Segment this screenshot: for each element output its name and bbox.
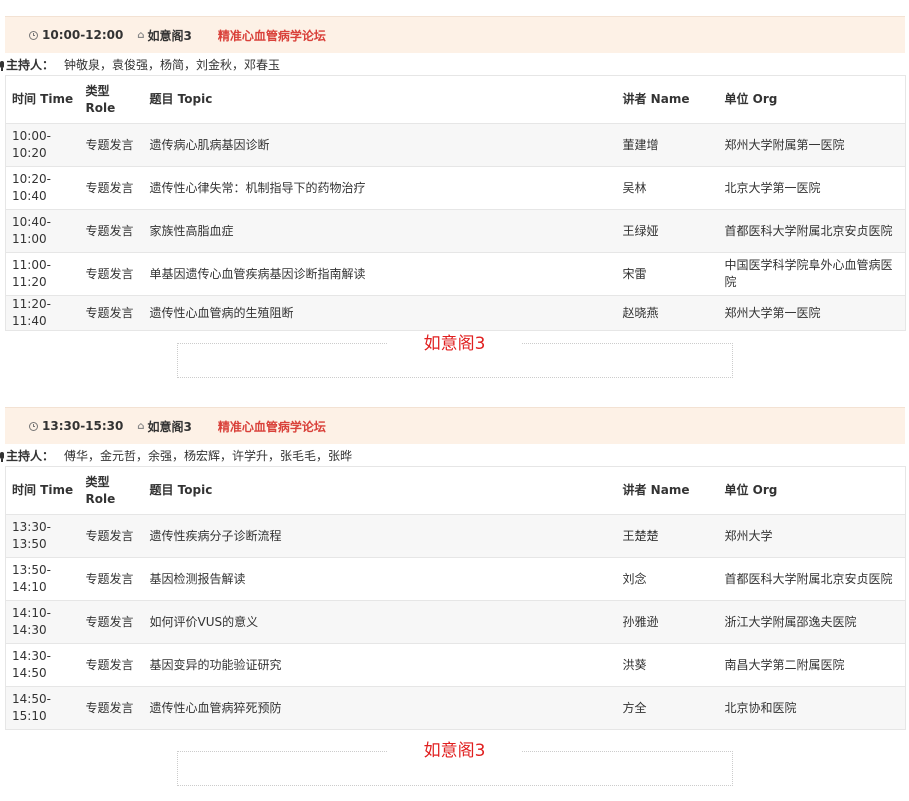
header-time: 时间 Time: [5, 75, 80, 124]
row-role: 专题发言: [85, 180, 134, 195]
header-speaker: 讲者 Name: [616, 466, 719, 515]
row-speaker: 孙雅逊: [622, 614, 659, 629]
row-time: 10:00-10:20: [12, 129, 51, 160]
session-time: 13:30-15:30: [29, 419, 123, 433]
session-header: 10:00-12:00 ⌂ 如意阁3 精准心血管病学论坛: [5, 16, 905, 53]
header-topic: 题目 Topic: [143, 466, 617, 515]
row-org: 首都医科大学附属北京安贞医院: [724, 571, 893, 586]
row-org: 郑州大学附属第一医院: [724, 137, 845, 152]
row-role: 专题发言: [85, 571, 134, 586]
row-role: 专题发言: [85, 528, 134, 543]
row-time: 11:00-11:20: [12, 258, 51, 289]
row-role: 专题发言: [85, 305, 134, 320]
row-org: 首都医科大学附属北京安贞医院: [724, 223, 893, 238]
venue-title: 如意阁3: [388, 740, 521, 762]
table-row: 10:20-10:40 专题发言 遗传性心律失常：机制指导下的药物治疗 吴林 北…: [5, 166, 906, 210]
row-role: 专题发言: [85, 137, 134, 152]
row-time: 14:10-14:30: [12, 606, 51, 637]
row-speaker: 王绿娅: [622, 223, 659, 238]
row-topic: 遗传性心律失常：机制指导下的药物治疗: [149, 180, 366, 195]
row-role: 专题发言: [85, 614, 134, 629]
venue-title: 如意阁3: [388, 333, 521, 355]
session-block: 13:30-15:30 ⌂ 如意阁3 精准心血管病学论坛 主持人： 傅华，金元哲…: [0, 407, 906, 730]
row-role: 专题发言: [85, 223, 134, 238]
table-row: 10:40-11:00 专题发言 家族性高脂血症 王绿娅 首都医科大学附属北京安…: [5, 209, 906, 253]
table-row: 14:50-15:10 专题发言 遗传性心血管病猝死预防 方全 北京协和医院: [5, 686, 906, 730]
row-speaker: 方全: [622, 700, 647, 715]
header-org: 单位 Org: [718, 466, 906, 515]
table-row: 11:00-11:20 专题发言 单基因遗传心血管疾病基因诊断指南解读 宋雷 中…: [5, 252, 906, 296]
header-speaker: 讲者 Name: [616, 75, 719, 124]
row-org: 郑州大学第一医院: [724, 305, 821, 320]
row-topic: 遗传病心肌病基因诊断: [149, 137, 270, 152]
clock-icon: [29, 421, 38, 431]
header-time: 时间 Time: [5, 466, 80, 515]
microphone-icon: [0, 60, 4, 71]
host-names: 傅华，金元哲，余强，杨宏辉，许学升，张毛毛，张晔: [64, 448, 353, 463]
row-topic: 遗传性心血管病的生殖阻断: [149, 305, 294, 320]
row-topic: 家族性高脂血症: [149, 223, 234, 238]
row-speaker: 宋雷: [622, 266, 647, 281]
row-speaker: 吴林: [622, 180, 647, 195]
row-org: 北京大学第一医院: [724, 180, 821, 195]
row-speaker: 董建增: [622, 137, 659, 152]
forum-name[interactable]: 精准心血管病学论坛: [218, 27, 326, 44]
row-speaker: 赵晓燕: [622, 305, 659, 320]
home-icon: ⌂: [137, 420, 145, 432]
table-header-row: 时间 Time 类型 Role 题目 Topic 讲者 Name 单位 Org: [5, 75, 906, 124]
header-topic: 题目 Topic: [143, 75, 617, 124]
row-role: 专题发言: [85, 700, 134, 715]
table-row: 11:20-11:40 专题发言 遗传性心血管病的生殖阻断 赵晓燕 郑州大学第一…: [5, 295, 906, 331]
row-org: 浙江大学附属邵逸夫医院: [724, 614, 857, 629]
hosts-line: 主持人： 钟敬泉，袁俊强，杨简，刘金秋，邓春玉: [0, 53, 905, 75]
schedule-table: 时间 Time 类型 Role 题目 Topic 讲者 Name 单位 Org …: [5, 75, 906, 331]
row-time: 14:30-14:50: [12, 649, 51, 680]
session-room: ⌂ 如意阁3: [137, 28, 192, 43]
host-names: 钟敬泉，袁俊强，杨简，刘金秋，邓春玉: [64, 57, 281, 72]
forum-name[interactable]: 精准心血管病学论坛: [218, 418, 326, 435]
clock-icon: [29, 30, 38, 40]
session-time: 10:00-12:00: [29, 28, 123, 42]
row-org: 南昌大学第二附属医院: [724, 657, 845, 672]
schedule-table: 时间 Time 类型 Role 题目 Topic 讲者 Name 单位 Org …: [5, 466, 906, 730]
session-room: ⌂ 如意阁3: [137, 419, 192, 434]
home-icon: ⌂: [137, 29, 145, 41]
row-time: 13:50-14:10: [12, 563, 51, 594]
row-topic: 如何评价VUS的意义: [149, 614, 259, 629]
row-time: 10:40-11:00: [12, 215, 51, 246]
row-topic: 单基因遗传心血管疾病基因诊断指南解读: [149, 266, 366, 281]
table-header-row: 时间 Time 类型 Role 题目 Topic 讲者 Name 单位 Org: [5, 466, 906, 515]
row-time: 14:50-15:10: [12, 692, 51, 723]
row-time: 13:30-13:50: [12, 520, 51, 551]
table-row: 14:30-14:50 专题发言 基因变异的功能验证研究 洪葵 南昌大学第二附属…: [5, 643, 906, 687]
table-row: 13:50-14:10 专题发言 基因检测报告解读 刘念 首都医科大学附属北京安…: [5, 557, 906, 601]
header-org: 单位 Org: [718, 75, 906, 124]
session-header: 13:30-15:30 ⌂ 如意阁3 精准心血管病学论坛: [5, 407, 905, 444]
table-row: 13:30-13:50 专题发言 遗传性疾病分子诊断流程 王楚楚 郑州大学: [5, 514, 906, 558]
session-block: 10:00-12:00 ⌂ 如意阁3 精准心血管病学论坛 主持人： 钟敬泉，袁俊…: [0, 16, 906, 331]
hosts-line: 主持人： 傅华，金元哲，余强，杨宏辉，许学升，张毛毛，张晔: [0, 444, 905, 466]
row-topic: 基因变异的功能验证研究: [149, 657, 282, 672]
row-topic: 遗传性疾病分子诊断流程: [149, 528, 282, 543]
row-topic: 基因检测报告解读: [149, 571, 246, 586]
row-speaker: 刘念: [622, 571, 647, 586]
header-role: 类型 Role: [79, 75, 144, 124]
row-time: 10:20-10:40: [12, 172, 51, 203]
row-role: 专题发言: [85, 266, 134, 281]
host-label: 主持人：: [6, 57, 55, 72]
header-role: 类型 Role: [79, 466, 144, 515]
row-topic: 遗传性心血管病猝死预防: [149, 700, 282, 715]
row-org: 中国医学科学院阜外心血管病医院: [724, 258, 893, 289]
row-org: 郑州大学: [724, 528, 773, 543]
table-row: 14:10-14:30 专题发言 如何评价VUS的意义 孙雅逊 浙江大学附属邵逸…: [5, 600, 906, 644]
table-row: 10:00-10:20 专题发言 遗传病心肌病基因诊断 董建增 郑州大学附属第一…: [5, 123, 906, 167]
microphone-icon: [0, 451, 4, 462]
row-time: 11:20-11:40: [12, 297, 51, 328]
row-role: 专题发言: [85, 657, 134, 672]
row-speaker: 洪葵: [622, 657, 647, 672]
row-speaker: 王楚楚: [622, 528, 659, 543]
host-label: 主持人：: [6, 448, 55, 463]
row-org: 北京协和医院: [724, 700, 797, 715]
